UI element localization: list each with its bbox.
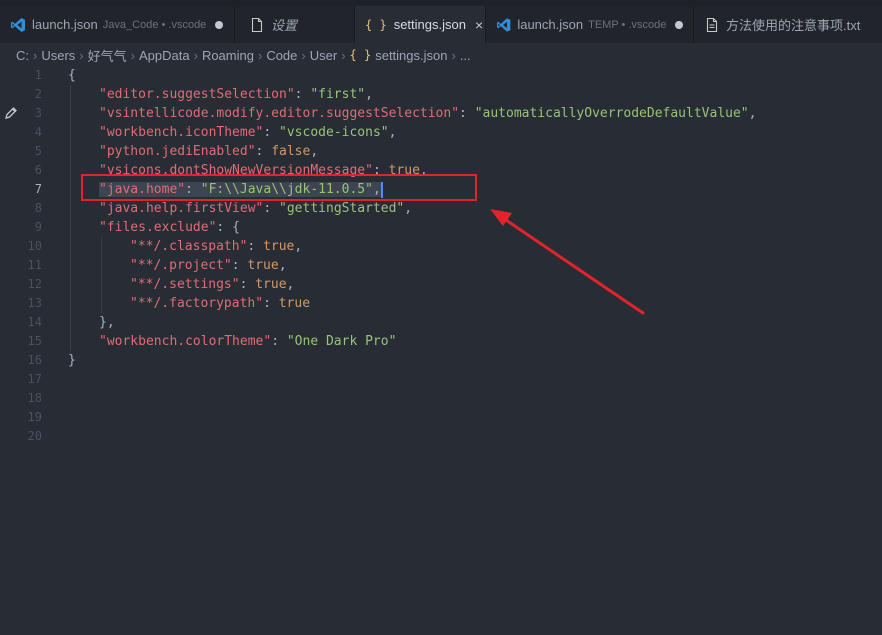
line-number: 6 <box>34 163 42 177</box>
code-content[interactable]: { "editor.suggestSelection": "first", "v… <box>68 66 756 370</box>
line-number-gutter: 1 2 3 4 5 6 7 8 9 10 11 12 13 14 15 16 1… <box>0 66 50 446</box>
line-number: 2 <box>34 87 42 101</box>
line-number: 12 <box>27 277 42 291</box>
unsaved-dot-icon[interactable] <box>675 20 683 29</box>
code-line: "vsintellicode.modify.editor.suggestSele… <box>99 106 757 121</box>
code-line: "java.help.firstView": "gettingStarted", <box>99 201 413 216</box>
breadcrumb-item[interactable]: C: <box>16 48 29 63</box>
annotation-highlight-box <box>81 174 477 201</box>
line-number: 16 <box>27 353 42 367</box>
tab-label: launch.json <box>517 17 584 32</box>
chevron-right-icon: › <box>79 47 84 63</box>
code-line: "**/.classpath": true, <box>130 239 303 254</box>
breadcrumb-item[interactable]: Code <box>266 48 297 63</box>
file-icon <box>251 17 263 32</box>
tab-txt-file[interactable]: 方法使用的注意事项.txt <box>694 6 882 43</box>
line-number: 19 <box>27 410 42 424</box>
chevron-right-icon: › <box>341 47 346 63</box>
tab-description: Java_Code • .vscode <box>102 18 207 31</box>
tab-settings-json[interactable]: { } settings.json × <box>355 6 486 43</box>
tab-launch-json-java-code[interactable]: launch.json Java_Code • .vscode <box>0 6 235 43</box>
line-number: 5 <box>34 144 42 158</box>
tab-description: TEMP • .vscode <box>588 18 667 31</box>
line-number: 15 <box>27 334 42 348</box>
chevron-right-icon: › <box>33 47 38 63</box>
breadcrumb-more[interactable]: ... <box>460 48 471 63</box>
line-number: 17 <box>27 372 42 386</box>
vscode-icon <box>496 17 511 32</box>
breadcrumb: C: › Users › 好气气 › AppData › Roaming › C… <box>0 43 882 67</box>
braces-icon: { } <box>365 17 387 32</box>
braces-icon: { } <box>349 48 372 62</box>
line-number: 18 <box>27 391 42 405</box>
file-icon <box>706 17 718 32</box>
code-line: "**/.settings": true, <box>130 277 295 292</box>
line-number: 4 <box>34 125 42 139</box>
tab-label: launch.json <box>32 17 98 32</box>
tab-launch-json-temp[interactable]: launch.json TEMP • .vscode <box>486 6 694 43</box>
code-line: } <box>68 353 76 368</box>
line-number: 3 <box>34 106 42 120</box>
chevron-right-icon: › <box>193 47 198 63</box>
breadcrumb-item[interactable]: Roaming <box>202 48 254 63</box>
breadcrumb-item[interactable]: User <box>310 48 337 63</box>
code-line: { <box>68 68 76 83</box>
line-number-active: 7 <box>34 182 42 196</box>
line-number: 10 <box>27 239 42 253</box>
line-number: 20 <box>27 429 42 443</box>
line-number: 11 <box>27 258 42 272</box>
line-number: 13 <box>27 296 42 310</box>
tab-label: settings.json <box>393 17 466 32</box>
code-line: }, <box>99 315 115 330</box>
breadcrumb-item[interactable]: 好气气 <box>88 46 127 65</box>
line-number: 14 <box>27 315 42 329</box>
breadcrumb-item[interactable]: Users <box>41 48 75 63</box>
code-line: "editor.suggestSelection": "first", <box>99 87 373 102</box>
code-line: "workbench.colorTheme": "One Dark Pro" <box>99 334 397 349</box>
code-line: "**/.factorypath": true <box>130 296 311 311</box>
tab-label: 方法使用的注意事项.txt <box>726 18 861 33</box>
chevron-right-icon: › <box>130 47 135 63</box>
vscode-icon <box>11 17 25 32</box>
code-line: "workbench.iconTheme": "vscode-icons", <box>99 125 397 140</box>
breadcrumb-file[interactable]: settings.json <box>375 48 447 63</box>
close-icon[interactable]: × <box>475 17 483 33</box>
tab-bar: launch.json Java_Code • .vscode 设置 { } s… <box>0 6 882 43</box>
unsaved-dot-icon[interactable] <box>215 20 224 29</box>
line-number: 9 <box>34 220 42 234</box>
code-line: "python.jediEnabled": false, <box>99 144 319 159</box>
code-line: "files.exclude": { <box>99 220 240 235</box>
chevron-right-icon: › <box>451 47 456 63</box>
code-editor[interactable]: 1 2 3 4 5 6 7 8 9 10 11 12 13 14 15 16 1… <box>0 66 882 635</box>
chevron-right-icon: › <box>257 47 263 63</box>
code-line: "**/.project": true, <box>130 258 287 273</box>
line-number: 8 <box>34 201 42 215</box>
breadcrumb-item[interactable]: AppData <box>139 48 190 63</box>
tab-label: 设置 <box>271 18 298 33</box>
tab-settings-ui[interactable]: 设置 <box>235 6 355 43</box>
chevron-right-icon: › <box>301 47 306 63</box>
line-number: 1 <box>34 68 42 82</box>
